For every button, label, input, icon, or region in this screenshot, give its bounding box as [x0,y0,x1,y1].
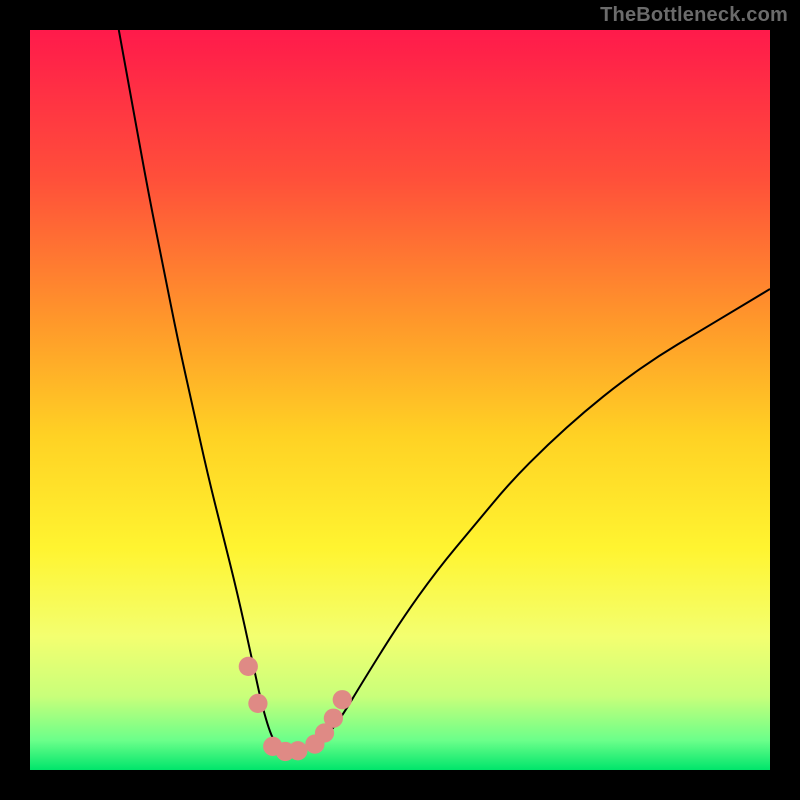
chart-background [30,30,770,770]
chart-svg [30,30,770,770]
watermark-text: TheBottleneck.com [600,4,788,27]
chart-frame: TheBottleneck.com [0,0,800,800]
highlight-point [333,690,352,709]
highlight-point [324,709,343,728]
highlight-point [239,657,258,676]
highlight-point [248,694,267,713]
highlight-point [288,741,307,760]
